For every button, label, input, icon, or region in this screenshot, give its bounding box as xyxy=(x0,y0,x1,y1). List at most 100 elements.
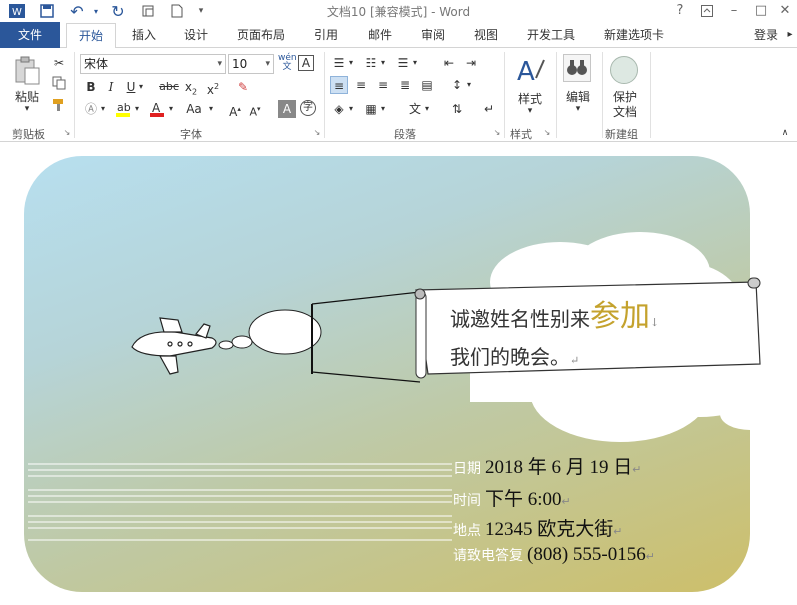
styles-button-label[interactable]: 样式 xyxy=(510,90,550,107)
grow-font-icon[interactable]: A▴ xyxy=(226,100,244,119)
text-effects-dropdown-icon[interactable]: ▾ xyxy=(98,100,108,118)
invitation-banner-text[interactable]: 诚邀姓名性别来参加↓ 我们的晚会。↵ xyxy=(450,300,659,378)
strikethrough-icon[interactable]: abc xyxy=(158,78,180,96)
paragraph-group-label: 段落 xyxy=(394,128,416,141)
clear-formatting-icon[interactable]: ✎ xyxy=(234,78,252,96)
clipboard-paste-icon[interactable] xyxy=(12,56,42,85)
font-size-value: 10 xyxy=(232,57,248,71)
detail-time[interactable]: 时间 下午 6:00↵ xyxy=(453,484,571,511)
cut-icon[interactable]: ✂ xyxy=(50,54,68,72)
detail-time-value: 下午 6:00 xyxy=(485,489,562,510)
detail-date-label: 日期 xyxy=(453,461,481,477)
paste-dropdown-icon[interactable]: ▾ xyxy=(12,104,42,114)
highlight-color-icon[interactable]: ab xyxy=(114,100,132,118)
shading-dropdown-icon[interactable]: ▾ xyxy=(346,100,356,118)
detail-rsvp-label: 请致电答复 xyxy=(453,548,523,564)
paragraph-mark-icon: ↓ xyxy=(650,316,660,329)
italic-icon[interactable]: I xyxy=(102,78,120,96)
justify-icon[interactable]: ≣ xyxy=(396,76,414,94)
clipboard-launcher-icon[interactable]: ↘ xyxy=(62,124,72,142)
minimize-button[interactable]: – xyxy=(722,1,746,21)
restore-button[interactable]: □ xyxy=(749,1,773,21)
svg-text:A: A xyxy=(517,57,535,86)
multilevel-list-dropdown-icon[interactable]: ▾ xyxy=(410,54,420,72)
copy-icon[interactable] xyxy=(50,76,68,94)
highlight-dropdown-icon[interactable]: ▾ xyxy=(132,100,142,118)
ribbon-tabs: 文件 开始 插入 设计 页面布局 引用 邮件 审阅 视图 开发工具 新建选项卡 … xyxy=(0,22,797,49)
underline-dropdown-icon[interactable]: ▾ xyxy=(136,78,146,96)
detail-date[interactable]: 日期 2018 年 6 月 19 日↵ xyxy=(453,452,641,479)
decrease-indent-icon[interactable]: ⇤ xyxy=(440,54,458,72)
font-color-icon[interactable]: A xyxy=(148,100,166,118)
paragraph-mark-icon: ↵ xyxy=(570,354,580,367)
font-color-dropdown-icon[interactable]: ▾ xyxy=(166,100,176,118)
styles-icon[interactable]: A xyxy=(514,54,546,87)
tab-insert[interactable]: 插入 xyxy=(122,22,166,48)
tab-view[interactable]: 视图 xyxy=(464,22,508,48)
format-painter-icon[interactable] xyxy=(50,98,68,116)
protect-document-icon[interactable] xyxy=(610,56,638,84)
paragraph-launcher-icon[interactable]: ↘ xyxy=(492,124,502,142)
show-marks-icon[interactable]: ↵ xyxy=(480,100,498,118)
tab-review[interactable]: 审阅 xyxy=(411,22,455,48)
paragraph-mark-icon: ↵ xyxy=(561,496,571,508)
tab-mailings[interactable]: 邮件 xyxy=(358,22,402,48)
change-case-icon[interactable]: Aa xyxy=(182,100,206,118)
tab-home[interactable]: 开始 xyxy=(66,23,116,49)
tab-references[interactable]: 引用 xyxy=(304,22,348,48)
styles-group-label: 样式 xyxy=(510,128,532,141)
font-launcher-icon[interactable]: ↘ xyxy=(312,124,322,142)
detail-location-value: 12345 欧克大街 xyxy=(485,519,614,540)
distributed-icon[interactable]: ▤ xyxy=(418,76,436,94)
editing-dropdown-icon[interactable]: ▾ xyxy=(558,104,598,114)
character-border-icon[interactable]: A xyxy=(298,55,314,71)
change-case-dropdown-icon[interactable]: ▾ xyxy=(206,100,216,118)
tab-new[interactable]: 新建选项卡 xyxy=(596,22,672,48)
tab-bar-scroll-icon[interactable]: ▸ xyxy=(784,22,796,48)
detail-location[interactable]: 地点 12345 欧克大街↵ xyxy=(453,514,622,541)
tab-page-layout[interactable]: 页面布局 xyxy=(230,22,292,48)
align-left-icon[interactable]: ≡ xyxy=(330,76,348,94)
phonetic-guide-icon[interactable]: wén 文 xyxy=(278,54,297,72)
find-binoculars-icon[interactable] xyxy=(563,54,591,82)
detail-rsvp-value: (808) 555-0156 xyxy=(527,544,646,565)
font-size-dropdown-icon[interactable]: ▾ xyxy=(265,55,270,73)
chinese-layout-dropdown-icon[interactable]: ▾ xyxy=(422,100,432,118)
paste-button-label[interactable]: 粘贴 xyxy=(12,88,42,105)
invitation-artwork xyxy=(28,232,780,541)
editing-button-label[interactable]: 编辑 xyxy=(558,88,598,105)
bullets-dropdown-icon[interactable]: ▾ xyxy=(346,54,356,72)
align-right-icon[interactable]: ≡ xyxy=(374,76,392,94)
enclose-characters-icon[interactable]: 字 xyxy=(300,100,316,116)
ribbon: 粘贴 ▾ ✂ 剪贴板 ↘ 宋体 ▾ 10 ▾ wén 文 A B I U ▾ ab… xyxy=(0,48,797,142)
tab-file[interactable]: 文件 xyxy=(0,22,60,48)
line-spacing-dropdown-icon[interactable]: ▾ xyxy=(464,76,474,94)
close-button[interactable]: ✕ xyxy=(773,1,797,21)
borders-dropdown-icon[interactable]: ▾ xyxy=(378,100,388,118)
styles-dropdown-icon[interactable]: ▾ xyxy=(510,106,550,116)
ribbon-display-options-icon[interactable] xyxy=(695,1,719,21)
shrink-font-icon[interactable]: A▾ xyxy=(246,100,264,119)
bold-icon[interactable]: B xyxy=(82,78,100,96)
tab-developer[interactable]: 开发工具 xyxy=(520,22,582,48)
help-button[interactable]: ? xyxy=(668,1,692,21)
login-link[interactable]: 登录 xyxy=(748,22,784,48)
increase-indent-icon[interactable]: ⇥ xyxy=(462,54,480,72)
subscript-icon[interactable]: x2 xyxy=(182,78,200,96)
superscript-icon[interactable]: x2 xyxy=(204,78,222,97)
svg-text:A: A xyxy=(152,101,161,115)
collapse-ribbon-icon[interactable]: ∧ xyxy=(778,124,792,142)
align-center-icon[interactable]: ≡ xyxy=(352,76,370,94)
font-name-field[interactable]: 宋体 ▾ xyxy=(80,54,226,74)
styles-launcher-icon[interactable]: ↘ xyxy=(542,124,552,142)
numbering-dropdown-icon[interactable]: ▾ xyxy=(378,54,388,72)
paragraph-mark-icon: ↵ xyxy=(632,464,642,476)
tab-design[interactable]: 设计 xyxy=(174,22,218,48)
font-name-dropdown-icon[interactable]: ▾ xyxy=(217,55,222,73)
detail-rsvp[interactable]: 请致电答复 (808) 555-0156↵ xyxy=(453,544,655,566)
sort-icon[interactable]: ⇅ xyxy=(448,100,466,118)
paragraph-mark-icon: ↵ xyxy=(613,526,623,538)
character-shading-icon[interactable]: A xyxy=(278,100,296,118)
protect-label-2[interactable]: 文档 xyxy=(605,103,645,120)
font-size-field[interactable]: 10 ▾ xyxy=(228,54,274,74)
